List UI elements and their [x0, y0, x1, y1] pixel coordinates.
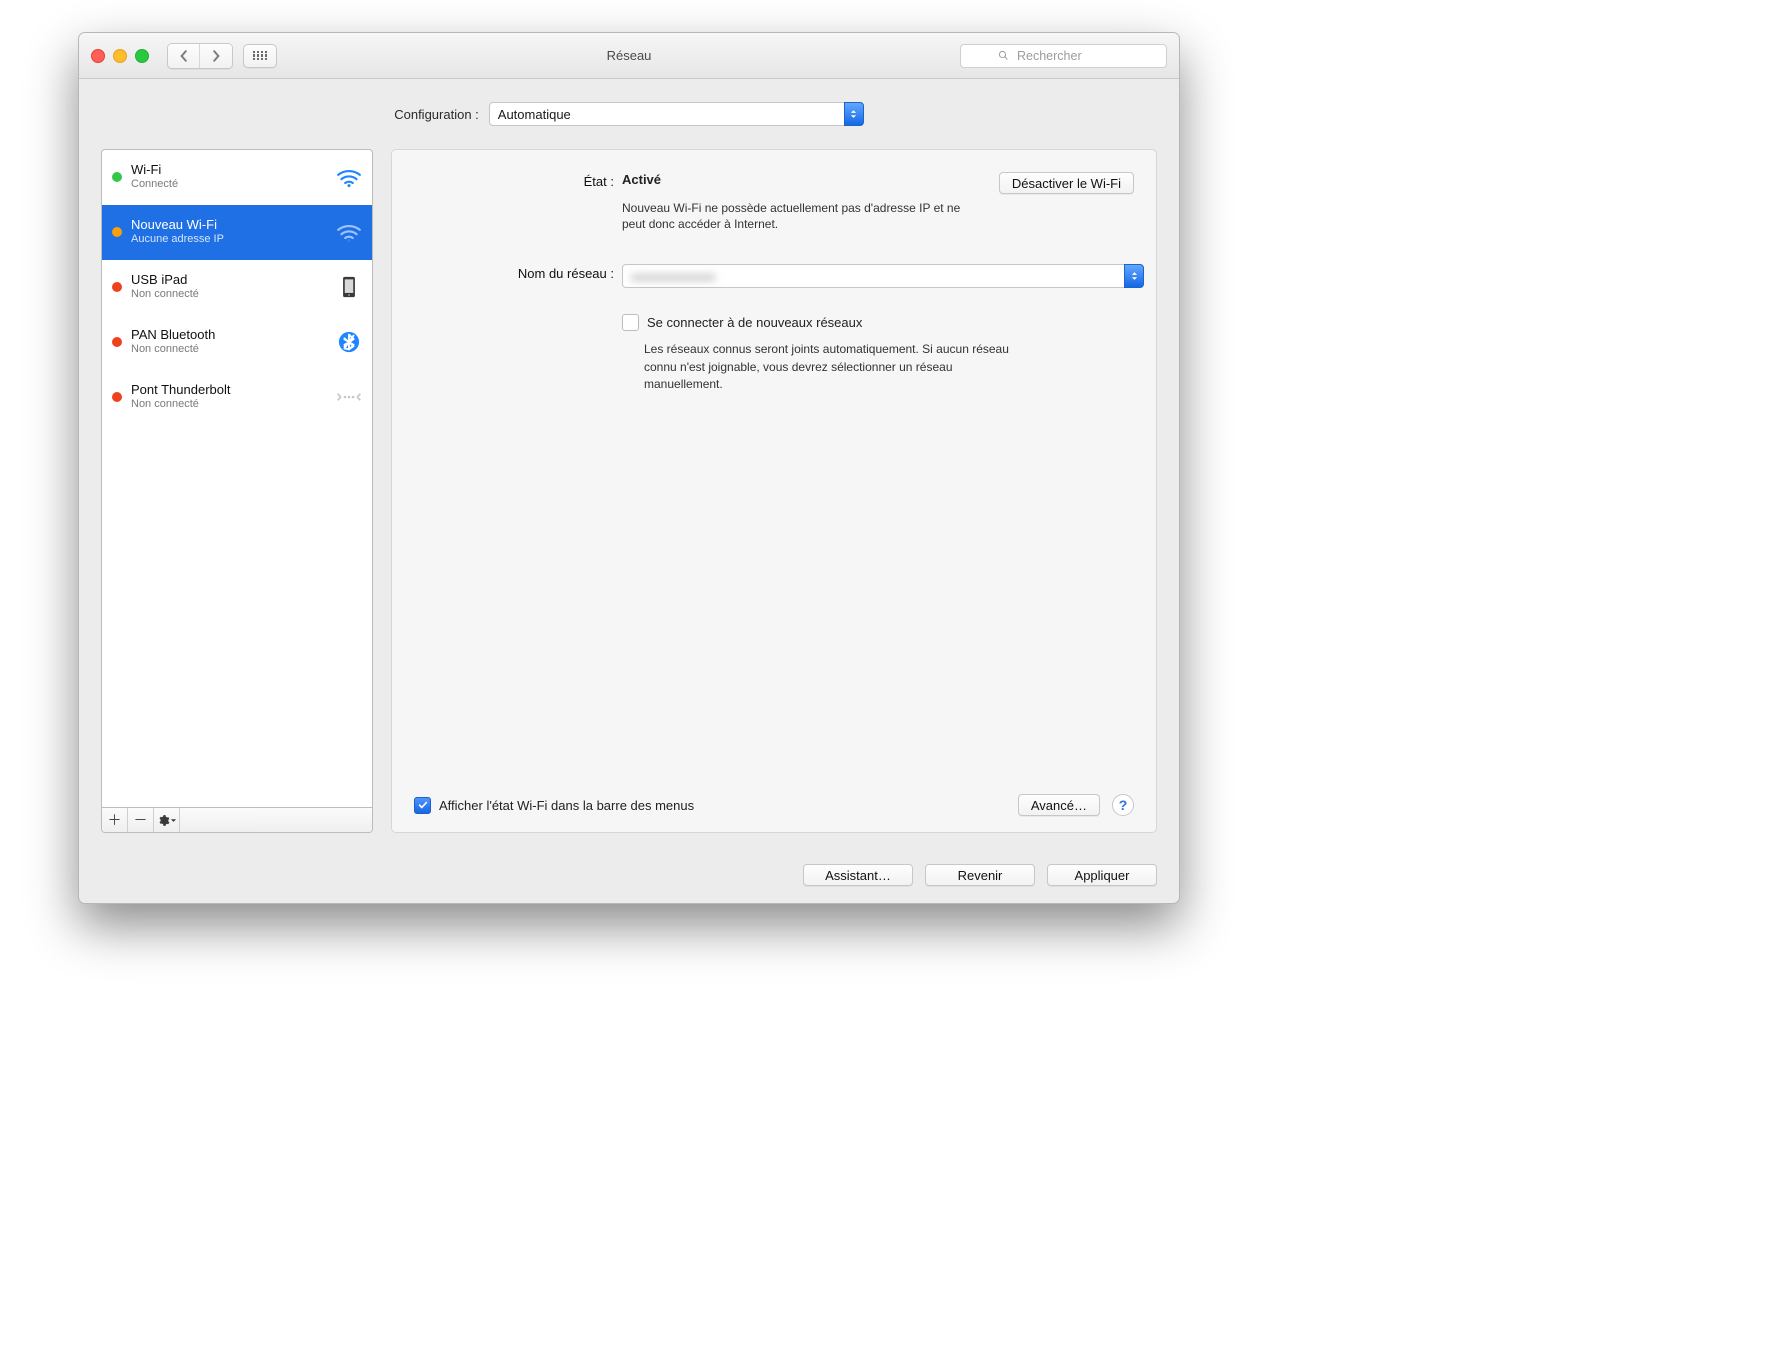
network-name-value: xxxxxxxxxxxxx [631, 269, 716, 284]
remove-service-button[interactable]: － [128, 808, 154, 832]
minus-icon: － [134, 810, 148, 830]
detail-bottom: Afficher l'état Wi-Fi dans la barre des … [414, 794, 1134, 816]
plus-icon: ＋ [108, 810, 122, 830]
service-status: Non connecté [131, 288, 325, 301]
config-row: Configuration : Automatique [79, 79, 1179, 149]
add-service-button[interactable]: ＋ [102, 808, 128, 832]
status-dot [112, 172, 122, 182]
advanced-button[interactable]: Avancé… [1018, 794, 1100, 816]
service-name: PAN Bluetooth [131, 328, 325, 343]
config-label: Configuration : [394, 107, 479, 122]
checkbox-box [622, 314, 639, 331]
chevron-left-icon [178, 50, 190, 62]
sidebar-actions: ＋ － [102, 807, 372, 832]
service-status: Connecté [131, 178, 325, 191]
join-new-label: Se connecter à de nouveaux réseaux [647, 315, 862, 330]
titlebar: Réseau [79, 33, 1179, 79]
prefs-window: Réseau Configuration : Automatique [78, 32, 1180, 904]
join-new-checkbox[interactable]: Se connecter à de nouveaux réseaux [622, 314, 1134, 331]
service-name: USB iPad [131, 273, 325, 288]
bluetooth-icon [334, 331, 364, 353]
nav-back-forward [167, 43, 233, 69]
show-all-button[interactable] [243, 44, 277, 68]
grid-icon [253, 51, 267, 61]
apply-button[interactable]: Appliquer [1047, 864, 1157, 886]
join-new-row: Se connecter à de nouveaux réseaux Les r… [414, 314, 1134, 393]
sidebar-item-pont-thunderbolt[interactable]: Pont ThunderboltNon connecté [102, 370, 372, 425]
wifi-toggle-button[interactable]: Désactiver le Wi-Fi [999, 172, 1134, 194]
stepper-icon [844, 102, 864, 126]
thunderbolt-icon [334, 386, 364, 408]
wifi-icon [334, 166, 364, 188]
service-status: Aucune adresse IP [131, 233, 325, 246]
assistant-button[interactable]: Assistant… [803, 864, 913, 886]
config-value: Automatique [498, 107, 571, 122]
main-area: Wi-FiConnectéNouveau Wi-FiAucune adresse… [79, 149, 1179, 847]
config-popup[interactable]: Automatique [489, 102, 864, 126]
search-input[interactable] [1015, 48, 1129, 64]
detail-panel: État : Activé Désactiver le Wi-Fi Nouvea… [391, 149, 1157, 833]
checkmark-icon [418, 800, 428, 810]
network-name-popup[interactable]: xxxxxxxxxxxxx [622, 264, 1144, 288]
ipad-icon [334, 276, 364, 298]
zoom-window-button[interactable] [135, 49, 149, 63]
join-new-hint: Les réseaux connus seront joints automat… [644, 341, 1014, 393]
minimize-window-button[interactable] [113, 49, 127, 63]
service-menu-button[interactable] [154, 808, 180, 832]
back-button[interactable] [168, 44, 200, 68]
show-wifi-menu-label: Afficher l'état Wi-Fi dans la barre des … [439, 798, 694, 813]
gear-icon [157, 814, 177, 827]
service-name: Pont Thunderbolt [131, 383, 325, 398]
status-row: État : Activé Désactiver le Wi-Fi Nouvea… [414, 172, 1134, 232]
stepper-icon [1124, 264, 1144, 288]
forward-button[interactable] [200, 44, 232, 68]
close-window-button[interactable] [91, 49, 105, 63]
service-list: Wi-FiConnectéNouveau Wi-FiAucune adresse… [102, 150, 372, 807]
network-name-label: Nom du réseau : [414, 264, 622, 281]
sidebar-item-usb-ipad[interactable]: USB iPadNon connecté [102, 260, 372, 315]
sidebar-item-pan-bluetooth[interactable]: PAN BluetoothNon connecté [102, 315, 372, 370]
status-dot [112, 282, 122, 292]
network-name-row: Nom du réseau : xxxxxxxxxxxxx [414, 264, 1134, 288]
footer: Assistant… Revenir Appliquer [79, 847, 1179, 903]
service-status: Non connecté [131, 398, 325, 411]
status-note: Nouveau Wi-Fi ne possède actuellement pa… [622, 200, 962, 232]
wifi-icon [334, 221, 364, 243]
sidebar-item-wi-fi[interactable]: Wi-FiConnecté [102, 150, 372, 205]
status-dot [112, 227, 122, 237]
service-sidebar: Wi-FiConnectéNouveau Wi-FiAucune adresse… [101, 149, 373, 833]
status-label: État : [414, 172, 622, 189]
show-wifi-menu-checkbox[interactable]: Afficher l'état Wi-Fi dans la barre des … [414, 797, 694, 814]
service-status: Non connecté [131, 343, 325, 356]
chevron-right-icon [210, 50, 222, 62]
help-icon: ? [1119, 797, 1128, 813]
revert-button[interactable]: Revenir [925, 864, 1035, 886]
search-field[interactable] [960, 44, 1167, 68]
sidebar-item-nouveau-wi-fi[interactable]: Nouveau Wi-FiAucune adresse IP [102, 205, 372, 260]
service-name: Wi-Fi [131, 163, 325, 178]
traffic-lights [91, 49, 149, 63]
help-button[interactable]: ? [1112, 794, 1134, 816]
status-dot [112, 337, 122, 347]
service-name: Nouveau Wi-Fi [131, 218, 325, 233]
status-value: Activé [622, 172, 661, 194]
checkbox-box [414, 797, 431, 814]
search-icon [998, 50, 1009, 61]
status-dot [112, 392, 122, 402]
